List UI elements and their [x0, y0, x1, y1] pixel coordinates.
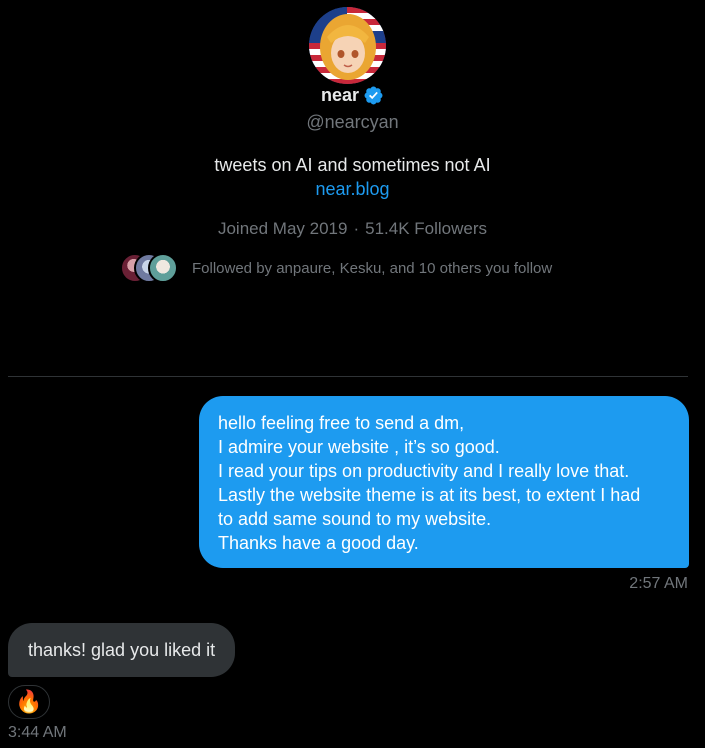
message-line: I admire your website , it’s so good.	[218, 437, 500, 457]
message-line: hello feeling free to send a dm,	[218, 413, 465, 433]
message-line: Lastly the website theme is at its best,…	[218, 485, 641, 505]
message-line: to add same sound to my website.	[218, 509, 492, 529]
profile-website-link[interactable]: near.blog	[0, 179, 705, 200]
separator-dot: ·	[353, 219, 360, 238]
followed-by-text: Followed by anpaure, Kesku, and 10 other…	[192, 259, 553, 277]
message-line: I read your tips on productivity and I r…	[218, 461, 630, 481]
sent-message-bubble[interactable]: hello feeling free to send a dm, I admir…	[199, 396, 689, 568]
mutual-avatar	[148, 253, 178, 283]
received-message-time: 3:44 AM	[8, 724, 67, 741]
profile-avatar[interactable]	[309, 7, 386, 84]
avatar-image	[309, 7, 386, 84]
followers-count[interactable]: 51.4K Followers	[365, 219, 487, 238]
message-line: Thanks have a good day.	[218, 533, 419, 553]
received-message-bubble[interactable]: thanks! glad you liked it	[8, 623, 236, 677]
name-row: near	[0, 85, 705, 106]
profile-bio: tweets on AI and sometimes not AI	[214, 155, 491, 175]
divider	[8, 376, 688, 377]
sent-message-time: 2:57 AM	[629, 575, 688, 592]
fire-reaction-icon[interactable]: 🔥	[8, 685, 50, 719]
followed-by-row[interactable]: Followed by anpaure, Kesku, and 10 other…	[120, 253, 552, 283]
mutual-avatars	[120, 253, 178, 283]
received-message-text: thanks! glad you liked it	[28, 639, 216, 660]
profile-handle: @nearcyan	[306, 112, 399, 132]
profile-meta: Joined May 2019 · 51.4K Followers	[0, 219, 705, 239]
display-name: near	[320, 85, 360, 105]
joined-date: Joined May 2019	[217, 219, 348, 238]
verified-badge-icon	[364, 86, 383, 105]
